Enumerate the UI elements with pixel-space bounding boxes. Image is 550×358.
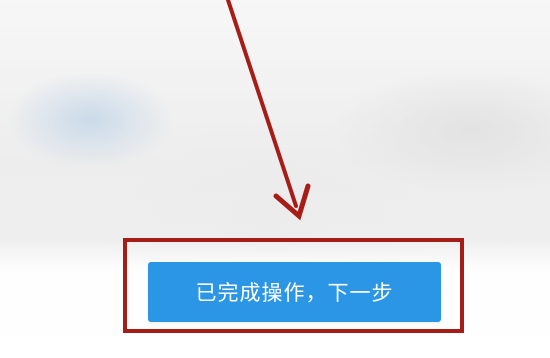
next-step-button[interactable]: 已完成操作，下一步 xyxy=(148,262,441,322)
